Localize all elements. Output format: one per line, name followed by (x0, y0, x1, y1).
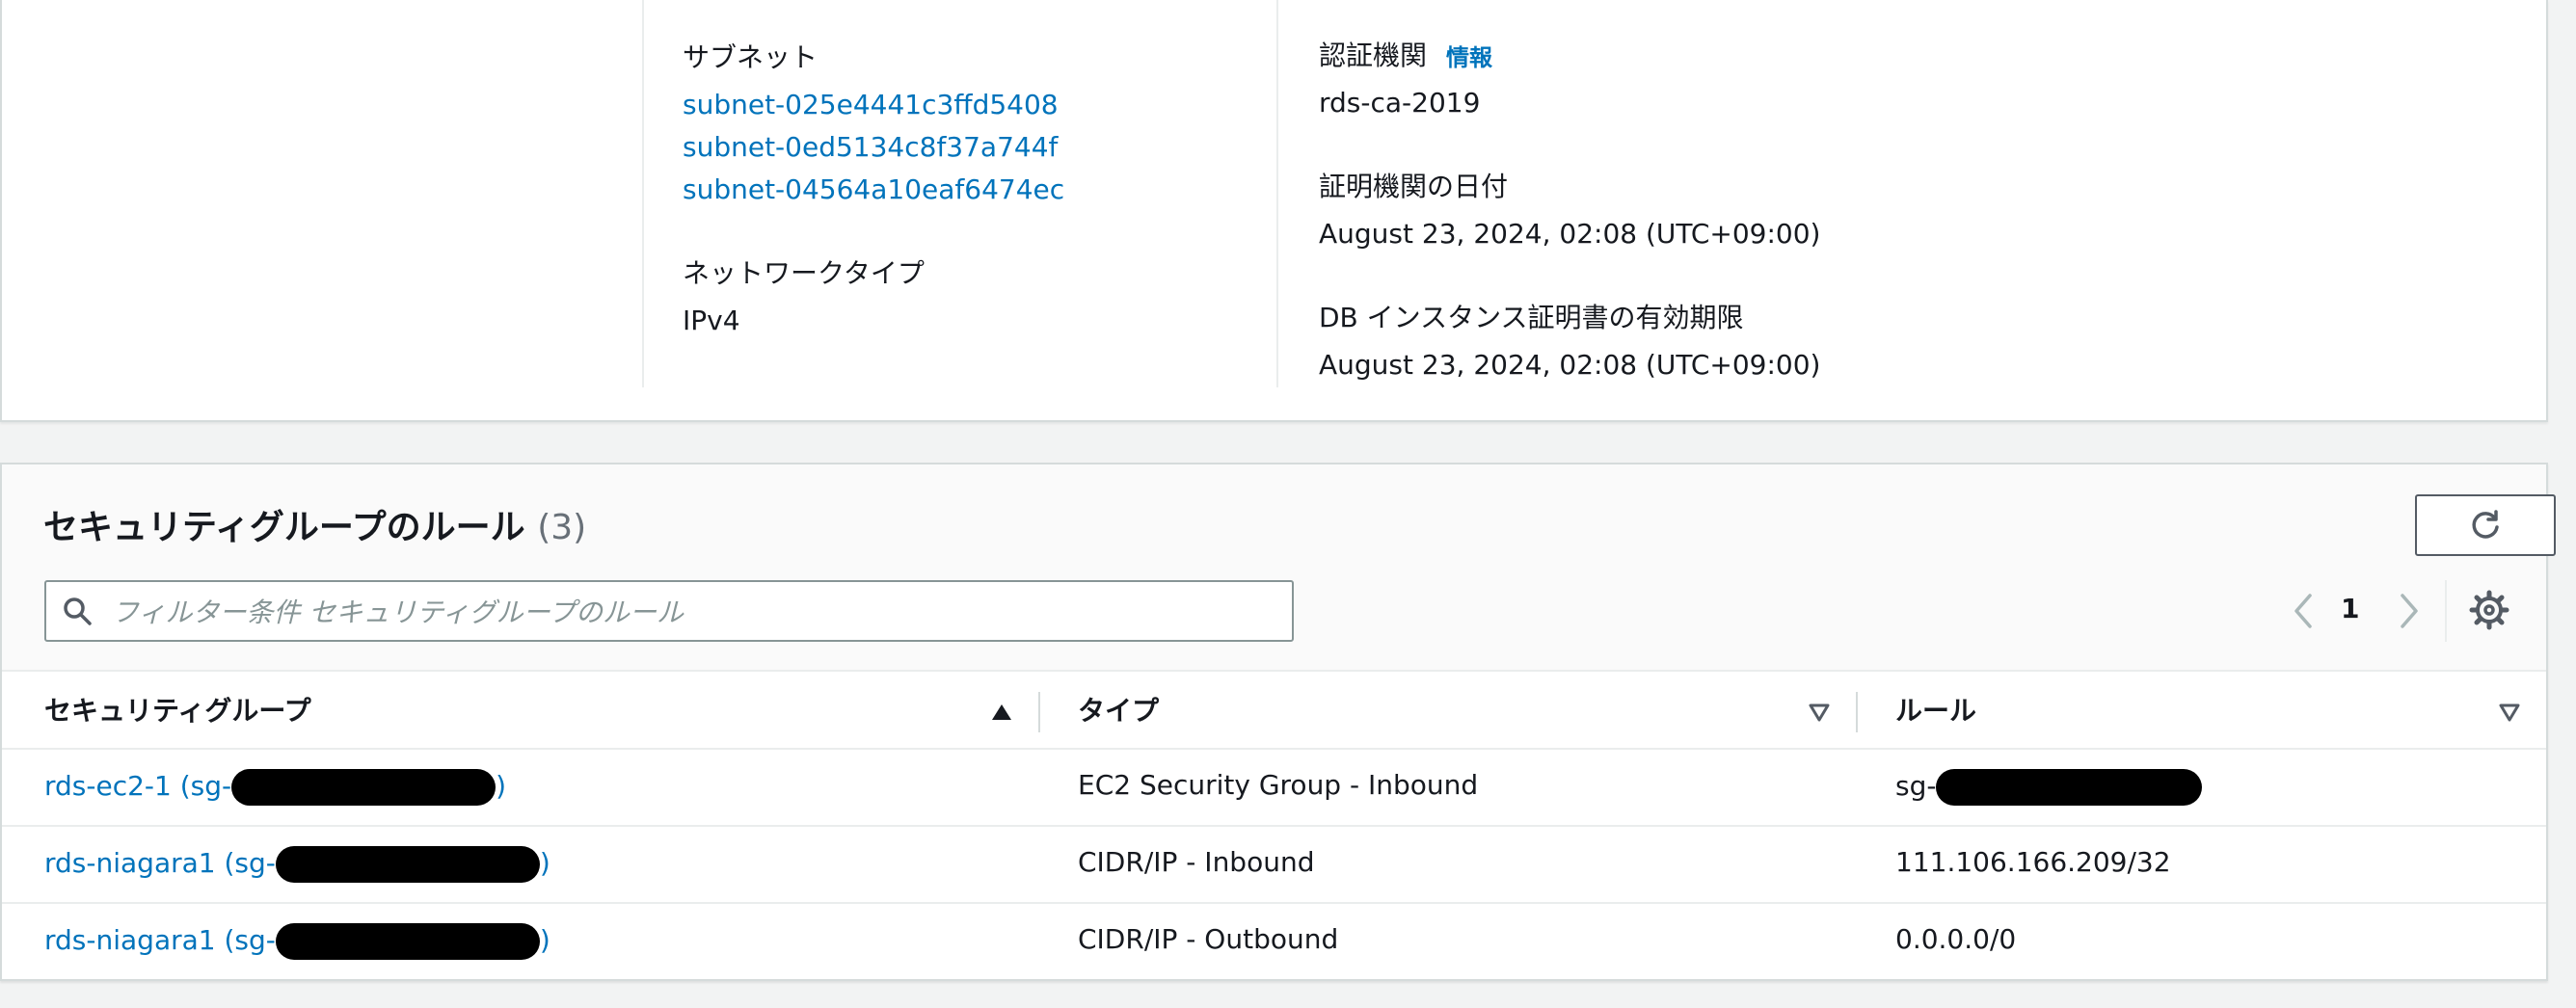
ca-label: 認証機関 (1319, 40, 1428, 71)
current-page-number[interactable]: 1 (2341, 593, 2359, 624)
ca-date-value: August 23, 2024, 02:08 (UTC+09:00) (1319, 218, 1821, 250)
settings-gear-icon[interactable] (2468, 589, 2510, 631)
row-divider (2, 748, 2546, 750)
filter-search-box[interactable] (44, 580, 1294, 642)
redacted-block (231, 769, 496, 806)
security-group-link[interactable]: rds-niagara1 (sg-) (44, 846, 550, 883)
column-header-security-group[interactable]: セキュリティグループ (44, 675, 311, 748)
redacted-block (275, 846, 540, 883)
subnet-link[interactable]: subnet-025e4441c3ffd5408 (683, 89, 1059, 120)
sort-ascending-icon[interactable] (989, 700, 1014, 725)
column-divider (1038, 692, 1040, 732)
redacted-block (1936, 769, 2203, 806)
rule-value: sg- (1895, 769, 2203, 806)
sort-icon[interactable] (1807, 700, 1832, 725)
rule-count: (3) (537, 508, 587, 547)
subnet-link[interactable]: subnet-04564a10eaf6474ec (683, 173, 1064, 205)
column-header-rule[interactable]: ルール (1895, 675, 1976, 748)
cert-expiry-value: August 23, 2024, 02:08 (UTC+09:00) (1319, 349, 1821, 381)
rule-value: 111.106.166.209/32 (1895, 846, 2171, 878)
refresh-button[interactable] (2415, 494, 2556, 556)
security-group-link[interactable]: rds-niagara1 (sg-) (44, 923, 550, 960)
row-divider (2, 825, 2546, 827)
pager-divider (2445, 580, 2447, 642)
refresh-icon (2472, 510, 2499, 539)
security-group-rules-panel: セキュリティグループのルール (3) 1 セキュリティグループ (0, 463, 2556, 981)
network-type-value: IPv4 (683, 305, 740, 336)
rule-type: CIDR/IP - Outbound (1078, 923, 1339, 955)
security-group-suffix: ) (539, 924, 550, 956)
sort-icon[interactable] (2497, 700, 2522, 725)
column-header-type[interactable]: タイプ (1078, 675, 1159, 748)
cert-expiry-label: DB インスタンス証明書の有効期限 (1319, 302, 1744, 333)
previous-page-icon[interactable] (2287, 590, 2320, 632)
rule-type: EC2 Security Group - Inbound (1078, 769, 1479, 801)
network-type-label: ネットワークタイプ (683, 257, 925, 289)
security-group-name: rds-ec2-1 (sg- (44, 770, 232, 802)
security-group-suffix: ) (496, 770, 507, 802)
security-group-name: rds-niagara1 (sg- (44, 847, 276, 879)
ca-value: rds-ca-2019 (1319, 87, 1481, 119)
section-title-text: セキュリティグループのルール (43, 508, 525, 547)
column-divider (1276, 0, 1278, 387)
subnet-link[interactable]: subnet-0ed5134c8f37a744f (683, 131, 1058, 163)
rule-value-text: sg- (1895, 770, 1937, 802)
ca-date-label: 証明機関の日付 (1319, 171, 1509, 202)
row-divider (2, 902, 2546, 904)
security-group-name: rds-niagara1 (sg- (44, 924, 276, 956)
security-group-link[interactable]: rds-ec2-1 (sg-) (44, 769, 506, 806)
rule-type: CIDR/IP - Inbound (1078, 846, 1315, 878)
search-icon (64, 597, 92, 625)
security-group-suffix: ) (539, 847, 550, 879)
ca-info-link[interactable]: 情報 (1446, 39, 1492, 72)
redacted-block (275, 923, 540, 960)
column-divider (1856, 692, 1858, 732)
column-divider (642, 0, 644, 387)
connectivity-details-panel: サブネット subnet-025e4441c3ffd5408 subnet-0e… (0, 0, 2548, 422)
rule-value: 0.0.0.0/0 (1895, 923, 2017, 955)
subnets-label: サブネット (683, 41, 818, 73)
next-page-icon[interactable] (2393, 590, 2426, 632)
section-title: セキュリティグループのルール (3) (43, 499, 586, 549)
filter-input[interactable] (110, 582, 1271, 642)
